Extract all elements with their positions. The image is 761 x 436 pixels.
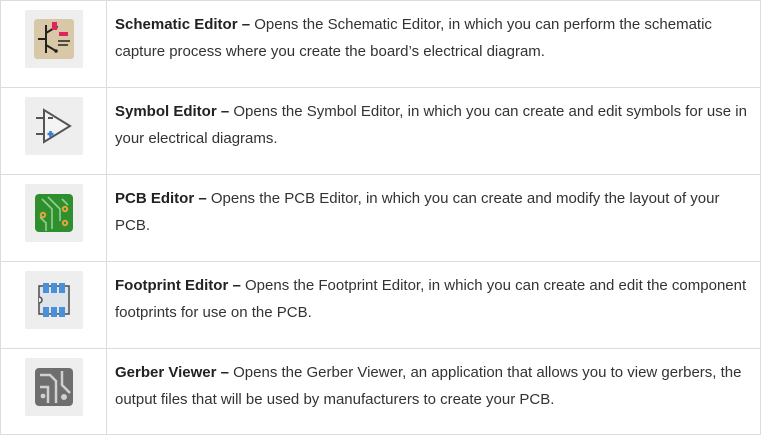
icon-cell (0, 261, 107, 349)
description-cell: Footprint Editor – Opens the Footprint E… (106, 261, 761, 349)
tool-title: Footprint Editor – (115, 277, 241, 294)
table-row: Symbol Editor – Opens the Symbol Editor,… (0, 87, 761, 175)
gerber-viewer-icon (25, 358, 83, 416)
icon-cell (0, 0, 107, 88)
table-row: Schematic Editor – Opens the Schematic E… (0, 0, 761, 88)
table-row: Gerber Viewer – Opens the Gerber Viewer,… (0, 348, 761, 435)
tool-title: PCB Editor – (115, 190, 207, 207)
pcb-editor-icon (25, 184, 83, 242)
icon-cell (0, 87, 107, 175)
icon-cell (0, 174, 107, 262)
table-row: PCB Editor – Opens the PCB Editor, in wh… (0, 174, 761, 262)
description-cell: PCB Editor – Opens the PCB Editor, in wh… (106, 174, 761, 262)
tool-title: Gerber Viewer – (115, 364, 229, 381)
tools-table: Schematic Editor – Opens the Schematic E… (0, 0, 761, 435)
tool-title: Symbol Editor – (115, 103, 230, 120)
tool-title: Schematic Editor – (115, 16, 251, 33)
schematic-editor-icon (25, 10, 83, 68)
symbol-editor-icon (25, 97, 83, 155)
description-cell: Gerber Viewer – Opens the Gerber Viewer,… (106, 348, 761, 435)
table-row: Footprint Editor – Opens the Footprint E… (0, 261, 761, 349)
icon-cell (0, 348, 107, 435)
description-cell: Symbol Editor – Opens the Symbol Editor,… (106, 87, 761, 175)
footprint-editor-icon (25, 271, 83, 329)
description-cell: Schematic Editor – Opens the Schematic E… (106, 0, 761, 88)
